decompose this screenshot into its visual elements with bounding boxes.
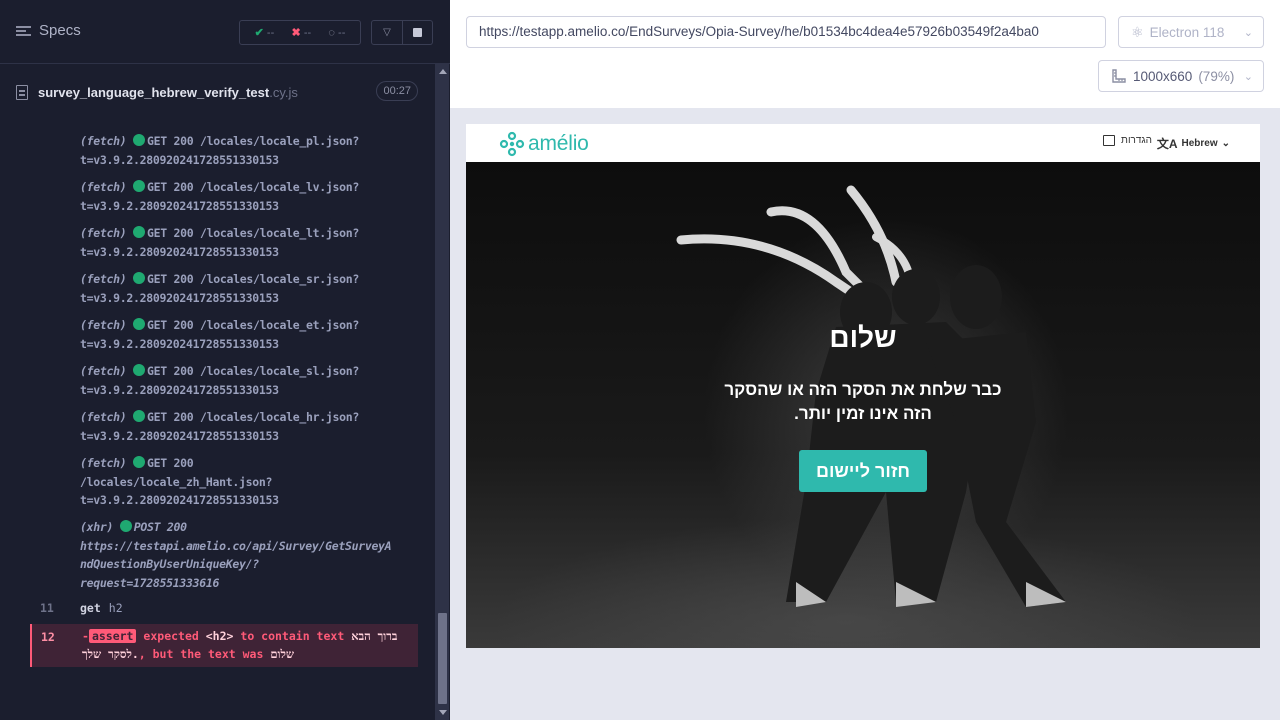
stop-button[interactable] — [403, 20, 433, 45]
reporter-scrollbar[interactable] — [434, 64, 449, 720]
cypress-reporter: Specs ✔ -- ✖ -- ◌ -- ▽ survey_language_h… — [0, 0, 450, 720]
chevron-down-icon: ⌄ — [1243, 26, 1253, 39]
ruler-icon — [1112, 69, 1126, 83]
assert-command-failed[interactable]: 12 - assert expected <h2> to contain text… — [30, 624, 418, 667]
browser-select[interactable]: ⚛ Electron 118 ⌄ — [1118, 16, 1264, 48]
assert-message: - assert expected <h2> to contain text בר… — [82, 629, 398, 661]
status-dot-icon — [133, 364, 145, 376]
status-dot-icon — [133, 318, 145, 330]
viewport-info[interactable]: 1000x660 (79%) ⌄ — [1098, 60, 1264, 92]
status-dot-icon — [133, 272, 145, 284]
command-number: 11 — [40, 601, 54, 615]
logo-mark-icon — [499, 131, 525, 157]
specs-label: Specs — [39, 22, 81, 39]
translate-icon: 文A — [1156, 137, 1178, 151]
file-icon — [16, 85, 28, 100]
amelio-logo[interactable]: amélio — [498, 130, 589, 158]
menu-icon — [16, 24, 31, 38]
aut-iframe: amélio הגדרות 文A Hebrew ⌄ שלום כבר שלחת … — [466, 124, 1260, 648]
log-entry[interactable]: (fetch) GET 200 /locales/locale_lv.json?… — [80, 178, 416, 215]
back-to-app-button[interactable]: חזור ליישום — [799, 450, 927, 492]
chevron-down-icon: ⌄ — [1221, 138, 1230, 149]
url-bar[interactable]: https://testapp.amelio.co/EndSurveys/Opi… — [466, 16, 1106, 48]
assert-badge: assert — [88, 629, 137, 643]
status-dot-icon — [133, 456, 145, 468]
log-entry[interactable]: (xhr) POST 200 https://testapi.amelio.co/… — [80, 518, 416, 592]
failed-stat: ✖ -- — [291, 27, 312, 39]
duration-badge: 00:27 — [376, 81, 418, 101]
status-dot-icon — [133, 134, 145, 146]
command-number: 12 — [41, 630, 55, 644]
check-icon: ✔ — [254, 27, 264, 39]
passed-stat: ✔ -- — [254, 27, 275, 39]
scroll-down-icon[interactable] — [439, 710, 447, 715]
app-under-test-panel: https://testapp.amelio.co/EndSurveys/Opi… — [450, 0, 1280, 720]
collapse-button[interactable]: ▽ — [371, 20, 403, 45]
log-entry[interactable]: (fetch) GET 200/locales/locale_zh_Hant.j… — [80, 454, 416, 510]
spec-file-row[interactable]: survey_language_hebrew_verify_test.cy.js… — [16, 75, 418, 110]
run-stats: ✔ -- ✖ -- ◌ -- — [239, 20, 361, 45]
app-navbar: amélio הגדרות 文A Hebrew ⌄ — [466, 124, 1260, 162]
hero-section: שלום כבר שלחת את הסקר הזה או שהסקר הזה א… — [466, 162, 1260, 648]
aut-header: https://testapp.amelio.co/EndSurveys/Opi… — [450, 0, 1280, 108]
spec-file-name: survey_language_hebrew_verify_test.cy.js — [38, 85, 298, 100]
log-entry[interactable]: (fetch) GET 200 /locales/locale_sr.json?… — [80, 270, 416, 307]
spinner-icon: ◌ — [328, 26, 335, 39]
x-icon: ✖ — [291, 27, 301, 39]
scroll-thumb[interactable] — [438, 613, 447, 704]
status-dot-icon — [133, 180, 145, 192]
status-dot-icon — [119, 520, 132, 532]
chevron-down-icon: ⌄ — [1243, 70, 1253, 83]
pending-stat: ◌ -- — [328, 26, 346, 39]
electron-icon: ⚛ — [1131, 23, 1144, 40]
command-log: (fetch) GET 200 /locales/locale_pl.json?… — [30, 124, 418, 674]
settings-link[interactable]: הגדרות — [1103, 135, 1152, 146]
status-dot-icon — [133, 410, 145, 422]
page-title: שלום — [829, 322, 897, 353]
log-entry[interactable]: (fetch) GET 200 /locales/locale_pl.json?… — [80, 132, 416, 169]
language-selector[interactable]: 文A Hebrew ⌄ — [1157, 135, 1230, 152]
specs-toggle[interactable]: Specs — [16, 22, 81, 39]
log-entry[interactable]: (fetch) GET 200 /locales/locale_et.json?… — [80, 316, 416, 353]
status-dot-icon — [133, 226, 145, 238]
survey-message: כבר שלחת את הסקר הזה או שהסקר הזה אינו ז… — [724, 380, 1002, 423]
log-entry[interactable]: (fetch) GET 200 /locales/locale_hr.json?… — [80, 408, 416, 445]
logout-icon — [1103, 135, 1116, 146]
stop-icon — [413, 28, 422, 37]
command-get[interactable]: get h2 — [80, 601, 123, 615]
log-entry[interactable]: (fetch) GET 200 /locales/locale_sl.json?… — [80, 362, 416, 399]
chevron-down-icon: ▽ — [383, 27, 391, 38]
log-entry[interactable]: (fetch) GET 200 /locales/locale_lt.json?… — [80, 224, 416, 261]
reporter-header: Specs ✔ -- ✖ -- ◌ -- ▽ — [0, 0, 450, 64]
scroll-up-icon[interactable] — [439, 69, 447, 74]
